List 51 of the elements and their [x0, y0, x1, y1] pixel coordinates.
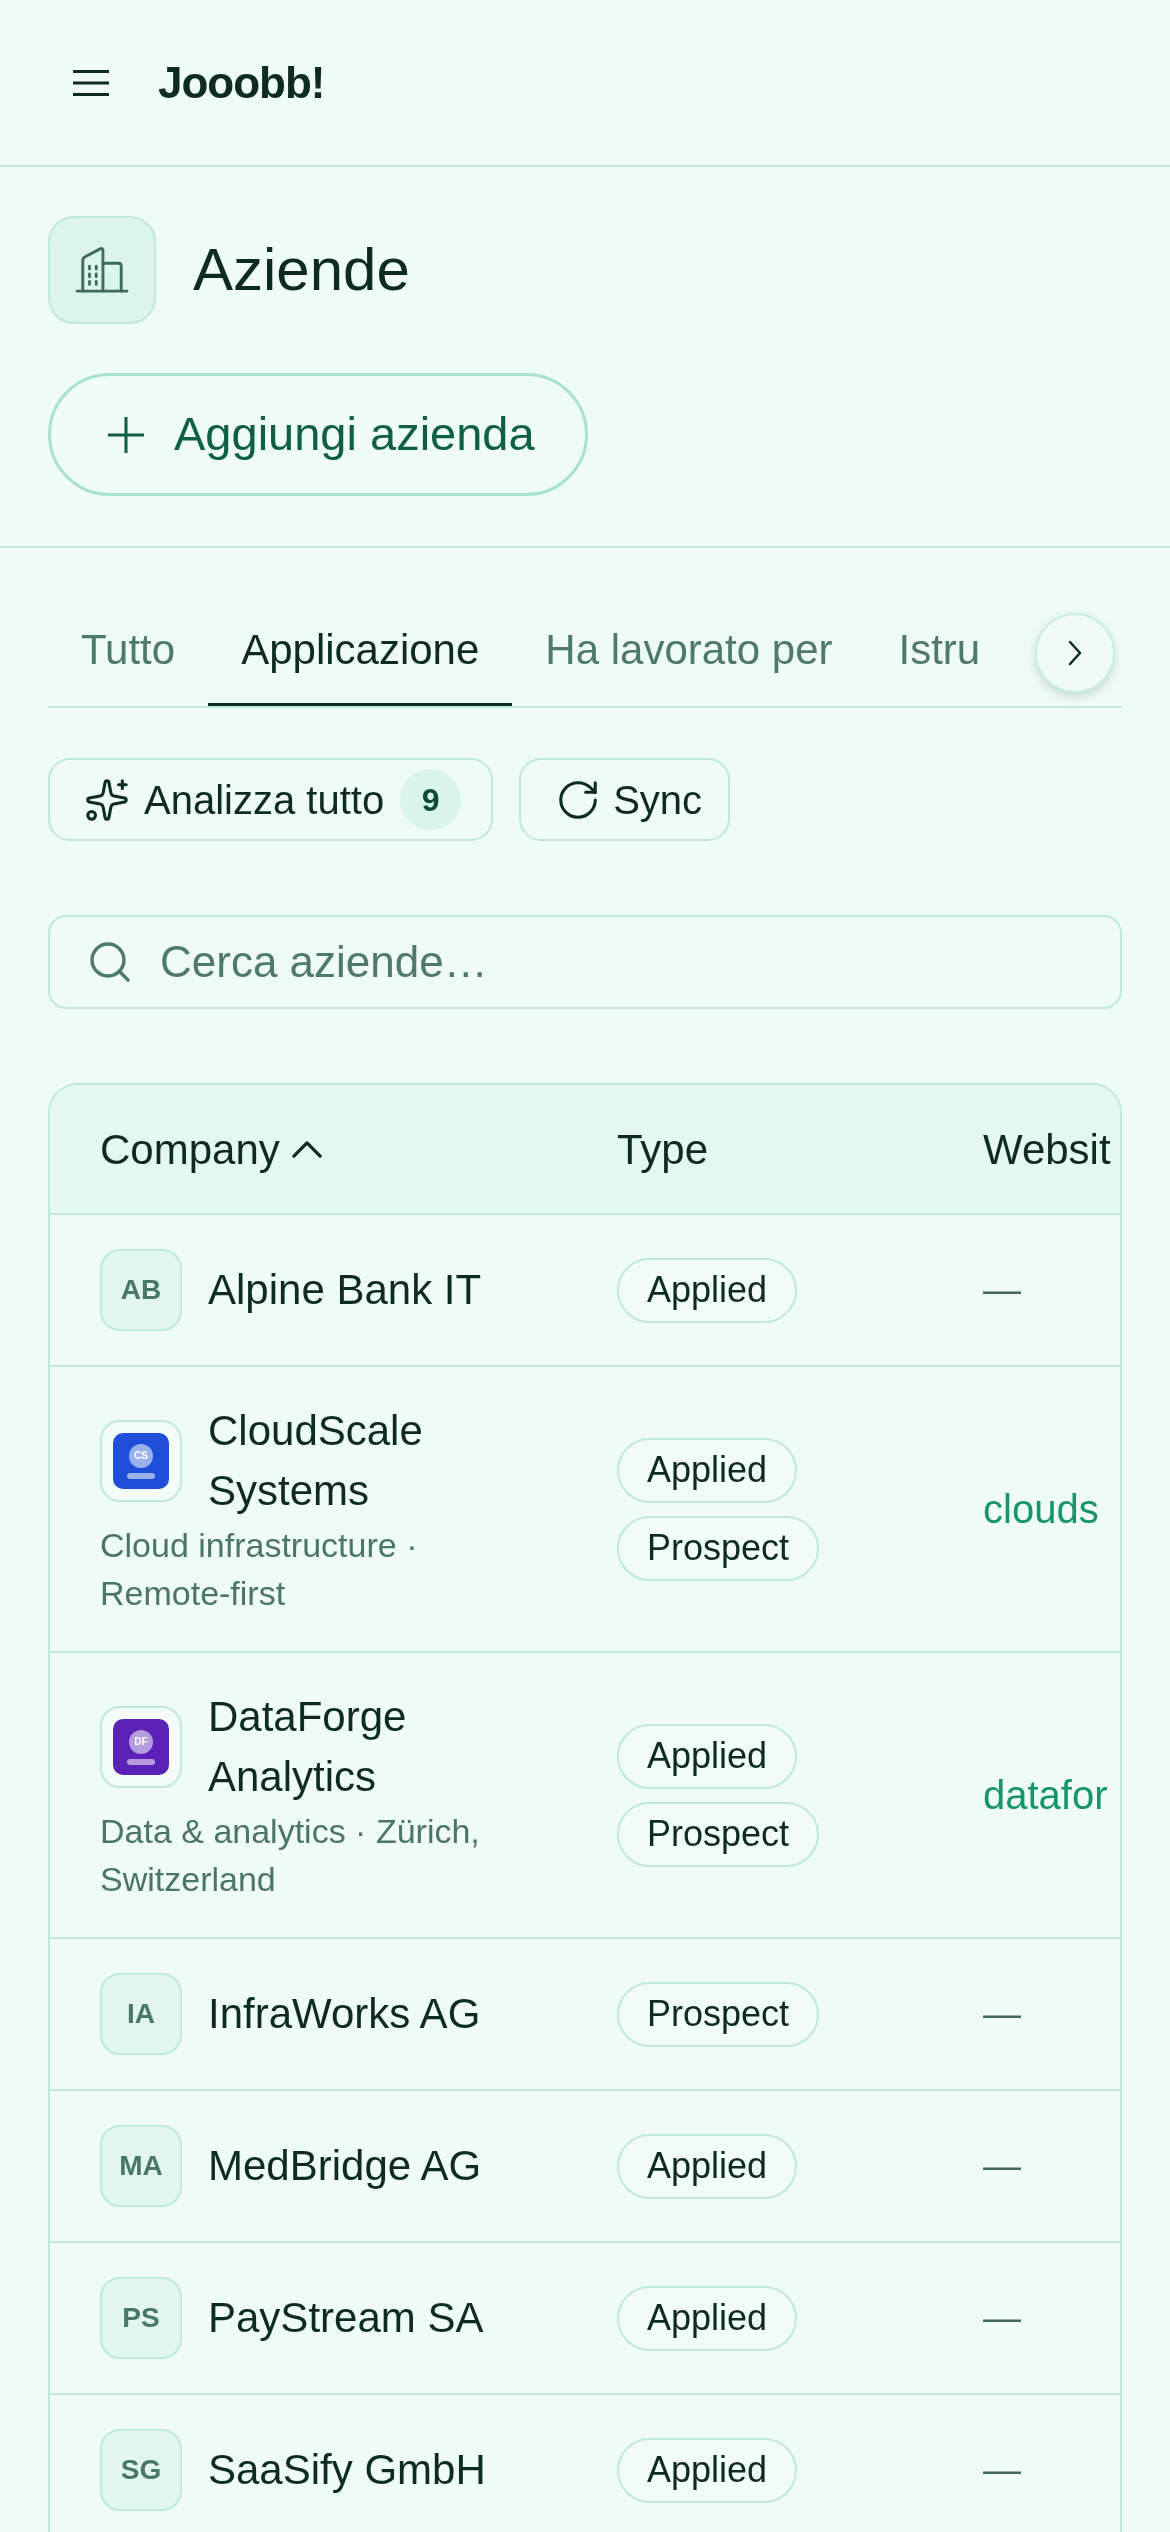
type-badge: Applied	[617, 1437, 798, 1503]
website-link[interactable]: clouds	[983, 1483, 1099, 1535]
company-name: InfraWorks AG	[208, 1989, 481, 2039]
count-badge: 9	[400, 769, 462, 830]
type-badge: Prospect	[617, 1981, 820, 2047]
company-details: Data & analytics · Zürich, Switzerland	[100, 1811, 481, 1900]
tab[interactable]: Istru	[865, 596, 1014, 706]
type-badge: Prospect	[617, 1515, 820, 1581]
empty-value: —	[983, 2296, 1021, 2341]
column-header[interactable]: Company	[100, 1117, 322, 1181]
company-logo: CS	[113, 1433, 169, 1489]
search-field[interactable]: Cerca aziende…	[48, 915, 1122, 1009]
empty-value: —	[983, 2144, 1021, 2189]
tab[interactable]: Tutto	[48, 596, 209, 706]
type-badge: Applied	[617, 2133, 798, 2199]
column-header: Websit	[983, 1124, 1111, 1175]
type-badge: Applied	[617, 2437, 798, 2503]
website-link[interactable]: datafor	[983, 1769, 1108, 1821]
company-name: Alpine Bank IT	[208, 1265, 482, 1315]
company-details: Cloud infrastructure · Remote-first	[100, 1525, 419, 1614]
initials-avatar: SG	[100, 2429, 182, 2511]
tab[interactable]: Ha lavorato per	[512, 596, 866, 706]
add-company-button[interactable]: Aggiungi azienda	[48, 373, 588, 496]
type-badge: Prospect	[617, 1801, 820, 1867]
initials-avatar: PS	[100, 2277, 182, 2359]
company-logo: DF	[113, 1719, 169, 1775]
empty-value: —	[983, 1992, 1021, 2037]
company-name: PayStream SA	[208, 2293, 484, 2343]
type-badge: Applied	[617, 2285, 798, 2351]
empty-value: —	[983, 1268, 1021, 1313]
initials-avatar: IA	[100, 1973, 182, 2055]
initials-avatar: AB	[100, 1249, 182, 1331]
menu-icon[interactable]	[73, 69, 109, 96]
company-name: DataForge Analytics	[208, 1692, 408, 1802]
page-title: Aziende	[193, 235, 410, 305]
column-header: Type	[617, 1124, 709, 1175]
empty-value: —	[983, 2448, 1021, 2493]
analyze-button[interactable]: Analizza tutto 9	[48, 758, 494, 841]
sparkles-icon	[84, 776, 130, 823]
building-icon	[48, 216, 156, 324]
chevron-right-icon	[1068, 640, 1082, 666]
sync-button[interactable]: Sync	[519, 758, 731, 841]
app-title: Jooobb!	[158, 56, 325, 109]
type-badge: Applied	[617, 1723, 798, 1789]
initials-avatar: MA	[100, 2125, 182, 2207]
plus-icon	[108, 416, 144, 453]
tab[interactable]: Applicazione	[208, 596, 513, 706]
type-badge: Applied	[617, 1257, 798, 1323]
company-name: CloudScale Systems	[208, 1406, 424, 1516]
company-name: SaaSify GmbH	[208, 2445, 486, 2495]
company-name: MedBridge AG	[208, 2141, 482, 2191]
